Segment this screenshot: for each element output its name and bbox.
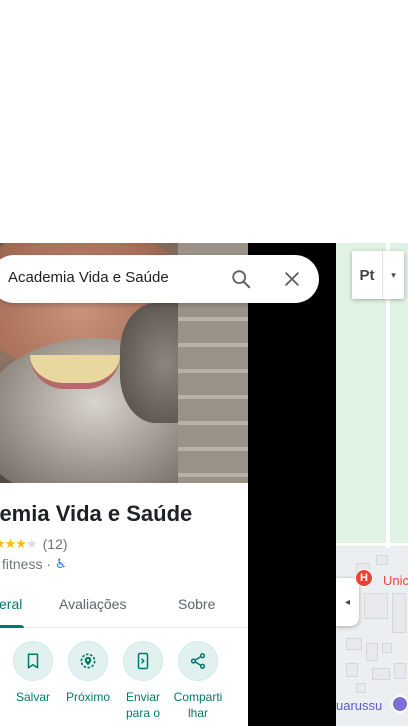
photo-viewer-backdrop (248, 243, 336, 726)
place-info-panel: demia Vida e Saúde ★★★★ (12) fitness · ♿… (0, 483, 248, 726)
place-tabs: eral Avaliações Sobre (0, 588, 248, 628)
bookmark-icon (27, 653, 39, 669)
search-input[interactable]: Academia Vida e Saúde (8, 269, 169, 286)
hospital-marker-icon[interactable]: H (355, 569, 373, 587)
chevron-down-icon[interactable]: ▾ (383, 270, 404, 281)
send-to-phone-button[interactable]: Enviar para o (113, 641, 173, 721)
blank-area (0, 0, 408, 243)
share-icon (190, 653, 206, 669)
category-row: fitness · ♿ (2, 556, 67, 572)
collapse-panel-button[interactable]: ◂ (336, 578, 359, 626)
place-category[interactable]: fitness (2, 556, 42, 572)
map-poi-marker-icon[interactable] (391, 695, 408, 713)
wheelchair-accessible-icon: ♿ (55, 556, 67, 571)
map-area-label: uarussu (336, 698, 383, 713)
send-to-phone-icon (137, 652, 149, 670)
chevron-left-icon: ◂ (344, 596, 351, 608)
review-count[interactable]: (12) (43, 536, 68, 552)
save-button[interactable]: Salvar (3, 641, 63, 705)
layers-label: Pt (359, 266, 375, 284)
rating-row[interactable]: ★★★★ (12) (0, 536, 68, 552)
nearby-button[interactable]: Próximo (58, 641, 118, 705)
active-tab-indicator (0, 625, 24, 628)
nearby-icon (80, 653, 96, 669)
tab-reviews[interactable]: Avaliações (59, 596, 126, 612)
map-layers-button[interactable]: Pt ▾ (352, 251, 404, 299)
search-box[interactable]: Academia Vida e Saúde (0, 255, 319, 303)
map-place-label[interactable]: Unic (383, 573, 408, 588)
separator: · (46, 556, 52, 572)
share-button[interactable]: Comparti lhar (168, 641, 228, 721)
search-icon[interactable] (230, 268, 252, 290)
place-title: demia Vida e Saúde (0, 501, 193, 526)
tab-about[interactable]: Sobre (178, 596, 215, 612)
map-canvas[interactable] (336, 243, 408, 726)
tab-overview[interactable]: eral (0, 596, 22, 612)
close-icon[interactable] (282, 269, 302, 289)
star-rating: ★★★★ (0, 536, 38, 551)
